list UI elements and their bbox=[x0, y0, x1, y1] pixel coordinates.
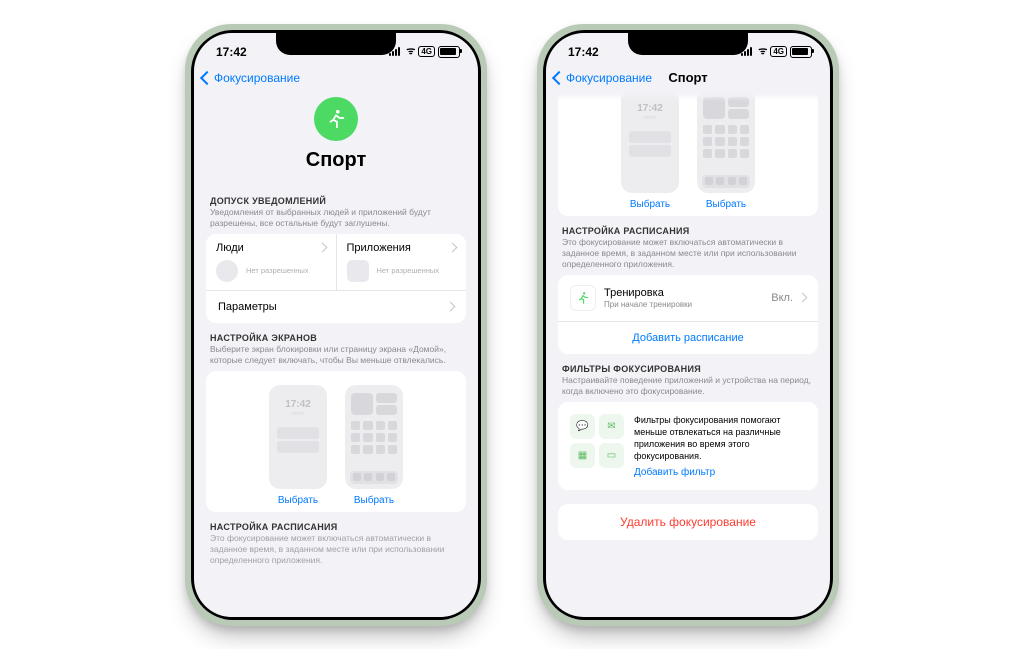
section-desc-screens: Выберите экран блокировки или страницу э… bbox=[210, 344, 462, 366]
lockscreen-preview[interactable]: 17:42○○○○ Выбрать bbox=[621, 93, 679, 210]
options-row[interactable]: Параметры bbox=[206, 290, 466, 323]
message-icon: 💬 bbox=[570, 414, 595, 439]
avatar-placeholder-icon bbox=[216, 260, 238, 282]
battery-icon bbox=[438, 46, 460, 58]
schedule-row-subtitle: При начале тренировки bbox=[604, 300, 692, 309]
chevron-right-icon bbox=[448, 243, 458, 253]
section-header-schedule: НАСТРОЙКА РАСПИСАНИЯ bbox=[562, 226, 814, 236]
nav-bar: Фокусирование bbox=[194, 67, 478, 93]
nav-bar: Фокусирование Спорт bbox=[546, 67, 830, 93]
choose-homescreen-button[interactable]: Выбрать bbox=[706, 199, 746, 210]
choose-lockscreen-button[interactable]: Выбрать bbox=[630, 199, 670, 210]
filter-icons-grid: 💬✉︎▦▭ bbox=[570, 414, 624, 468]
allowed-people-cell[interactable]: Люди Нет разрешенных bbox=[206, 234, 337, 290]
fitness-icon bbox=[570, 285, 596, 311]
add-schedule-button[interactable]: Добавить расписание bbox=[558, 321, 818, 354]
section-desc-schedule: Это фокусирование может включаться автом… bbox=[562, 237, 814, 270]
chevron-right-icon bbox=[446, 302, 456, 312]
chevron-left-icon bbox=[200, 70, 214, 84]
battery-icon bbox=[790, 46, 812, 58]
filter-blurb: Фильтры фокусирования помогают меньше от… bbox=[634, 414, 806, 463]
section-header-filters: ФИЛЬТРЫ ФОКУСИРОВАНИЯ bbox=[562, 364, 814, 374]
homescreen-preview[interactable]: Выбрать bbox=[697, 93, 755, 210]
notch bbox=[628, 33, 748, 55]
status-time: 17:42 bbox=[216, 45, 247, 59]
add-filter-button[interactable]: Добавить фильтр bbox=[634, 467, 806, 478]
schedule-workout-row[interactable]: Тренировка При начале тренировки Вкл. bbox=[558, 275, 818, 321]
notch bbox=[276, 33, 396, 55]
lockscreen-preview[interactable]: 17:42○○○○ Выбрать bbox=[269, 385, 327, 506]
back-button[interactable]: Фокусирование bbox=[202, 71, 300, 85]
wifi-icon: ᯤ bbox=[758, 47, 767, 57]
back-button[interactable]: Фокусирование bbox=[554, 71, 652, 85]
focus-title: Спорт bbox=[306, 149, 367, 172]
phone-right: 17:42 ᯤ 4G Фокусирование Спорт 17:42○○○○… bbox=[537, 24, 839, 626]
allowed-apps-cell[interactable]: Приложения Нет разрешенных bbox=[337, 234, 467, 290]
fitness-icon bbox=[314, 97, 358, 141]
section-desc-notifications: Уведомления от выбранных людей и приложе… bbox=[210, 207, 462, 229]
calendar-icon: ▦ bbox=[570, 443, 595, 468]
app-placeholder-icon bbox=[347, 260, 369, 282]
network-badge: 4G bbox=[418, 46, 435, 57]
focus-hero: Спорт bbox=[206, 93, 466, 186]
choose-lockscreen-button[interactable]: Выбрать bbox=[278, 495, 318, 506]
network-badge: 4G bbox=[770, 46, 787, 57]
homescreen-preview[interactable]: Выбрать bbox=[345, 385, 403, 506]
chevron-right-icon bbox=[317, 243, 327, 253]
status-time: 17:42 bbox=[568, 45, 599, 59]
delete-focus-button[interactable]: Удалить фокусирование bbox=[558, 504, 818, 540]
choose-homescreen-button[interactable]: Выбрать bbox=[354, 495, 394, 506]
section-header-screens: НАСТРОЙКА ЭКРАНОВ bbox=[210, 333, 462, 343]
section-header-notifications: ДОПУСК УВЕДОМЛЕНИЙ bbox=[210, 196, 462, 206]
chevron-right-icon bbox=[798, 293, 808, 303]
section-desc-filters: Настраивайте поведение приложений и устр… bbox=[562, 375, 814, 397]
mail-icon: ✉︎ bbox=[599, 414, 624, 439]
schedule-row-title: Тренировка bbox=[604, 287, 692, 299]
section-header-schedule: НАСТРОЙКА РАСПИСАНИЯ bbox=[210, 522, 462, 532]
chevron-left-icon bbox=[552, 70, 566, 84]
schedule-row-state: Вкл. bbox=[771, 292, 793, 304]
battery-half-icon: ▭ bbox=[599, 443, 624, 468]
section-desc-schedule-partial: Это фокусирование может включаться автом… bbox=[210, 533, 462, 566]
phone-left: 17:42 ᯤ 4G Фокусирование Спорт ДОПУСК УВ… bbox=[185, 24, 487, 626]
filter-intro-cell: 💬✉︎▦▭ Фильтры фокусирования помогают мен… bbox=[558, 402, 818, 491]
wifi-icon: ᯤ bbox=[406, 47, 415, 57]
